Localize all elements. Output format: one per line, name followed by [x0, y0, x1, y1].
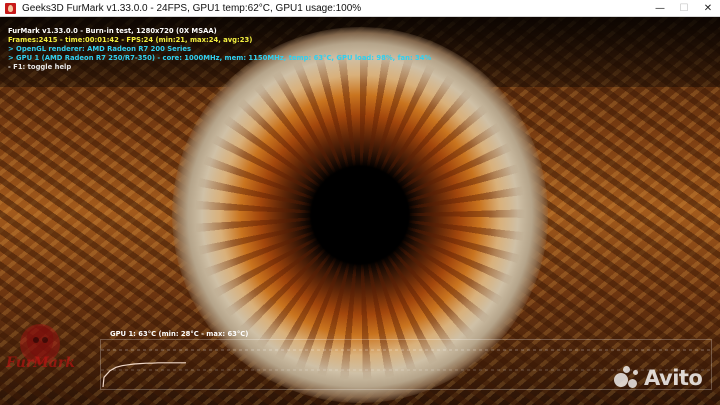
maximize-button[interactable]: ☐ [672, 0, 696, 17]
osd-renderer-line: > OpenGL renderer: AMD Radeon R7 200 Ser… [8, 45, 192, 53]
window-titlebar[interactable]: Geeks3D FurMark v1.33.0.0 - 24FPS, GPU1 … [0, 0, 720, 17]
close-button[interactable]: ✕ [696, 0, 720, 17]
osd-stats-line: Frames:2415 - time:00:01:42 - FPS:24 (mi… [8, 36, 253, 44]
osd-overlay: FurMark v1.33.0.0 - Burn-in test, 1280x7… [8, 27, 431, 72]
furmark-logo-text: FurMark [6, 355, 75, 371]
avito-watermark-text: Avito [644, 366, 703, 390]
fur-pupil [310, 165, 410, 265]
minimize-button[interactable]: — [648, 0, 672, 17]
window-title: Geeks3D FurMark v1.33.0.0 - 24FPS, GPU1 … [22, 2, 362, 14]
window-controls: — ☐ ✕ [648, 0, 720, 17]
gpu-temp-line [102, 362, 186, 388]
furmark-logo [20, 324, 60, 364]
osd-title-line: FurMark v1.33.0.0 - Burn-in test, 1280x7… [8, 27, 217, 35]
gpu-temp-graph-label: GPU 1: 63°C (min: 28°C - max: 63°C) [110, 330, 249, 338]
furmark-app-icon [5, 2, 16, 14]
avito-watermark: Avito [614, 366, 703, 390]
osd-gpu-line: > GPU 1 (AMD Radeon R7 250/R7-350) - cor… [8, 54, 432, 62]
osd-help-line: - F1: toggle help [8, 63, 72, 71]
avito-dots-icon [614, 366, 640, 390]
